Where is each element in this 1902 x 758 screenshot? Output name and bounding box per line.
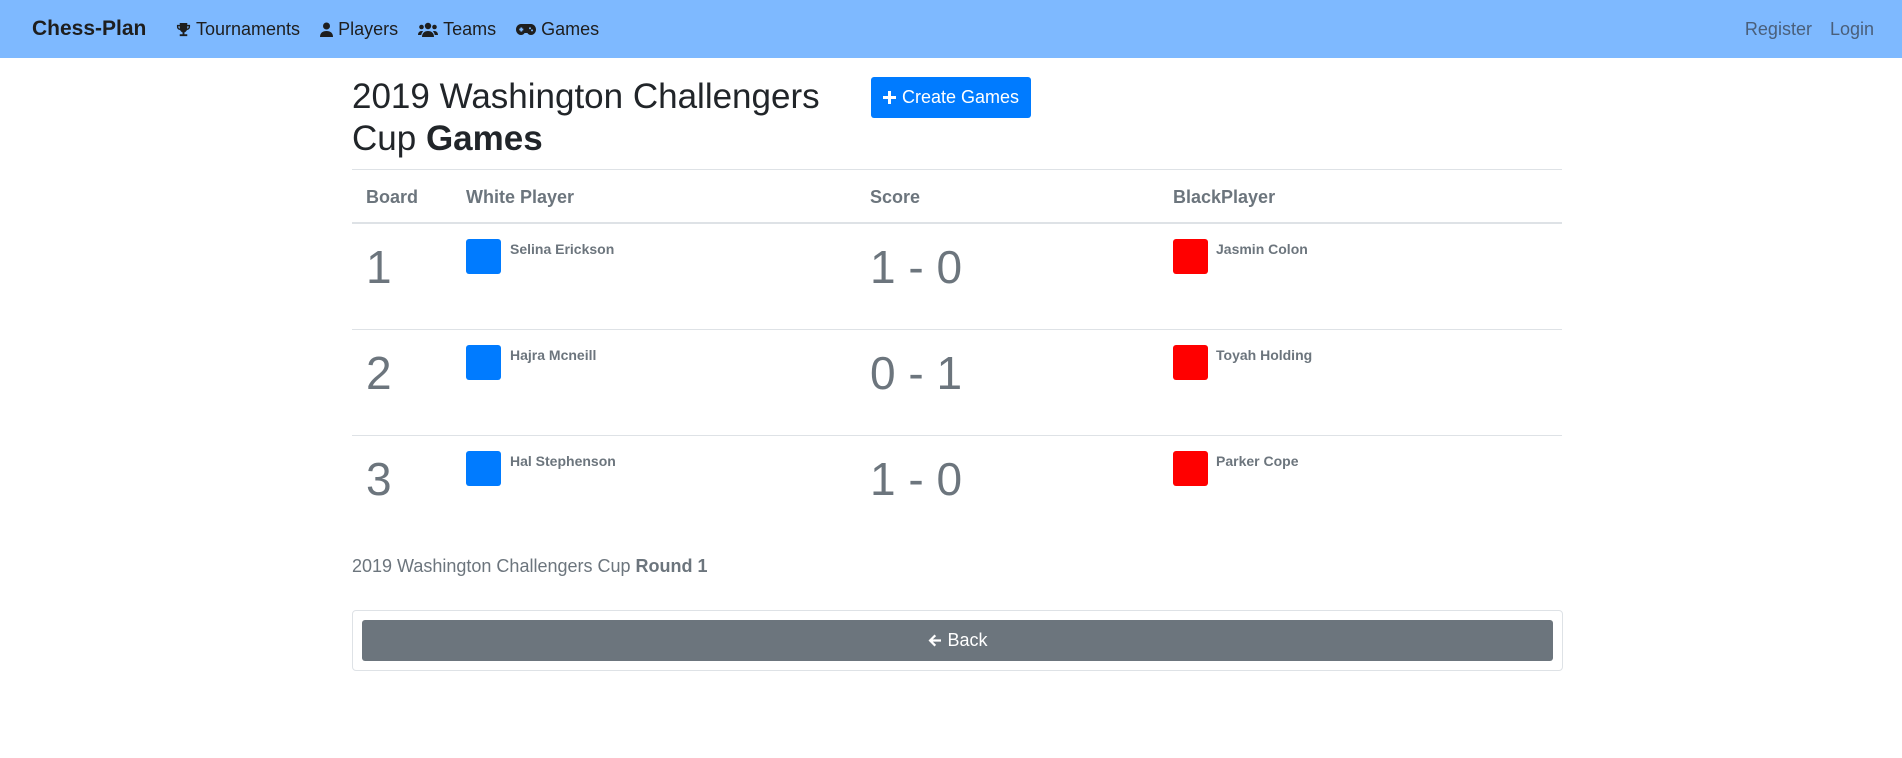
round-info-tournament: 2019 Washington Challengers Cup xyxy=(352,556,631,576)
users-icon xyxy=(418,22,439,37)
nav-players-label: Players xyxy=(338,18,399,39)
header-score: Score xyxy=(870,187,921,207)
table-row: 3 Hal Stephenson 1 - 0 Parker Cope xyxy=(352,436,1562,542)
page-title-games: Games xyxy=(425,119,543,158)
nav-tournaments-label: Tournaments xyxy=(196,18,301,39)
black-player-name[interactable]: Parker Cope xyxy=(1216,453,1298,469)
back-button[interactable]: Back xyxy=(362,620,1553,661)
white-player-name[interactable]: Hajra Mcneill xyxy=(510,347,596,363)
board-number: 1 xyxy=(366,241,392,293)
create-games-button[interactable]: Create Games xyxy=(871,77,1031,118)
board-number: 2 xyxy=(366,347,392,399)
table-row: 1 Selina Erickson 1 - 0 Jasmin Colon xyxy=(352,224,1562,330)
nav-auth: Register Login xyxy=(1727,0,1874,58)
header-white-player: White Player xyxy=(466,187,575,207)
white-player-name[interactable]: Hal Stephenson xyxy=(510,453,616,469)
white-player-name[interactable]: Selina Erickson xyxy=(510,241,614,257)
back-button-label: Back xyxy=(947,630,988,650)
white-color-swatch xyxy=(466,239,501,274)
nav-teams-label: Teams xyxy=(443,18,497,39)
nav-links: Tournaments Players Teams Games xyxy=(176,0,619,58)
table-row: 2 Hajra Mcneill 0 - 1 Toyah Holding xyxy=(352,330,1562,436)
trophy-icon xyxy=(176,22,191,36)
header-board: Board xyxy=(366,187,419,207)
back-card: Back xyxy=(352,610,1563,671)
navbar: Chess-Plan Tournaments Players Teams Gam… xyxy=(0,0,1902,58)
nav-games[interactable]: Games xyxy=(516,19,599,40)
black-player-name[interactable]: Toyah Holding xyxy=(1216,347,1312,363)
register-link[interactable]: Register xyxy=(1745,19,1812,40)
gamepad-icon xyxy=(516,23,537,35)
black-player-name[interactable]: Jasmin Colon xyxy=(1216,241,1308,257)
games-table: Board White Player Score BlackPlayer 1 S… xyxy=(352,169,1562,542)
page-title-tournament: 2019 Washington Challengers Cup xyxy=(352,77,820,158)
brand-logo[interactable]: Chess-Plan xyxy=(32,0,146,58)
header-black-player: BlackPlayer xyxy=(1173,187,1276,207)
nav-games-label: Games xyxy=(541,18,600,39)
game-score: 1 - 0 xyxy=(870,241,963,293)
table-header: Board White Player Score BlackPlayer xyxy=(352,169,1562,224)
page-title: 2019 Washington Challengers Cup Games xyxy=(352,76,832,160)
user-icon xyxy=(320,22,334,37)
nav-teams[interactable]: Teams xyxy=(418,19,496,40)
nav-tournaments[interactable]: Tournaments xyxy=(176,19,300,40)
arrow-left-icon xyxy=(928,634,942,647)
white-color-swatch xyxy=(466,451,501,486)
create-games-label: Create Games xyxy=(901,87,1020,107)
login-link[interactable]: Login xyxy=(1830,19,1874,40)
black-color-swatch xyxy=(1173,451,1208,486)
game-score: 0 - 1 xyxy=(870,347,963,399)
round-info-round: Round 1 xyxy=(635,556,708,576)
nav-players[interactable]: Players xyxy=(320,19,398,40)
white-color-swatch xyxy=(466,345,501,380)
board-number: 3 xyxy=(366,453,392,505)
black-color-swatch xyxy=(1173,345,1208,380)
game-score: 1 - 0 xyxy=(870,453,963,505)
round-info: 2019 Washington Challengers Cup Round 1 xyxy=(352,556,708,577)
plus-icon xyxy=(882,91,896,104)
black-color-swatch xyxy=(1173,239,1208,274)
